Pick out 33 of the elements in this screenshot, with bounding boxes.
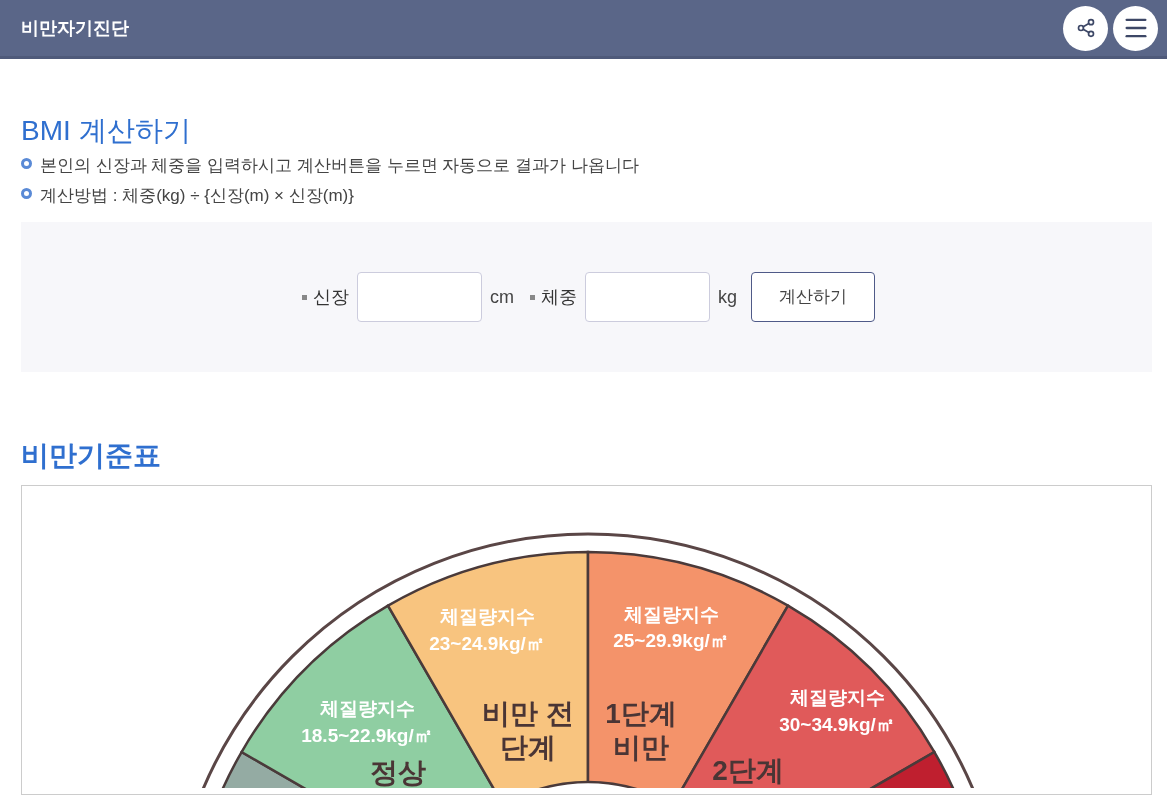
unit-label: cm [490,285,514,309]
field-label: 체중 [541,285,577,309]
share-button[interactable] [1063,5,1108,51]
index-label: 체질량지수 [319,698,415,719]
share-icon [1075,18,1096,38]
input-field[interactable] [585,272,710,322]
section-heading: BMI 계산하기 [21,114,192,148]
note-text: 본인의 신장과 체중을 입력하시고 계산버튼을 누르면 자동으로 결과가 나옵니다 [40,155,639,177]
calculate-button[interactable]: 계산하기 [751,272,875,322]
menu-button[interactable] [1113,5,1158,51]
range-label: 23~24.9kg/㎡ [429,633,545,654]
stage-label: 비만 [613,732,669,763]
bullet-icon [21,187,32,199]
field-label: 신장 [313,285,349,309]
section-heading: 비만기준표 [21,439,162,473]
square-bullet-icon [530,294,535,300]
index-label: 체질량지수 [623,604,719,625]
page-title: 비만자기진단 [21,16,129,40]
range-label: 18.5~22.9kg/㎡ [301,725,433,746]
input-field[interactable] [357,272,482,322]
stage-label: 정상 [370,757,426,788]
range-label: 30~34.9kg/㎡ [779,714,895,735]
note-text: 계산방법 : 체중(kg) ÷ {신장(m) × 신장(m)} [40,185,354,207]
stage-label: 1단계 [605,698,677,729]
stage-label: 비만 전 [482,698,574,729]
unit-label: kg [718,285,737,309]
range-label: 25~29.9kg/㎡ [613,630,729,651]
index-label: 체질량지수 [789,687,885,708]
square-bullet-icon [302,294,307,300]
stage-label: 단계 [500,732,556,763]
index-label: 체질량지수 [439,606,535,627]
bullet-icon [21,157,32,169]
stage-label: 2단계 [712,755,784,786]
